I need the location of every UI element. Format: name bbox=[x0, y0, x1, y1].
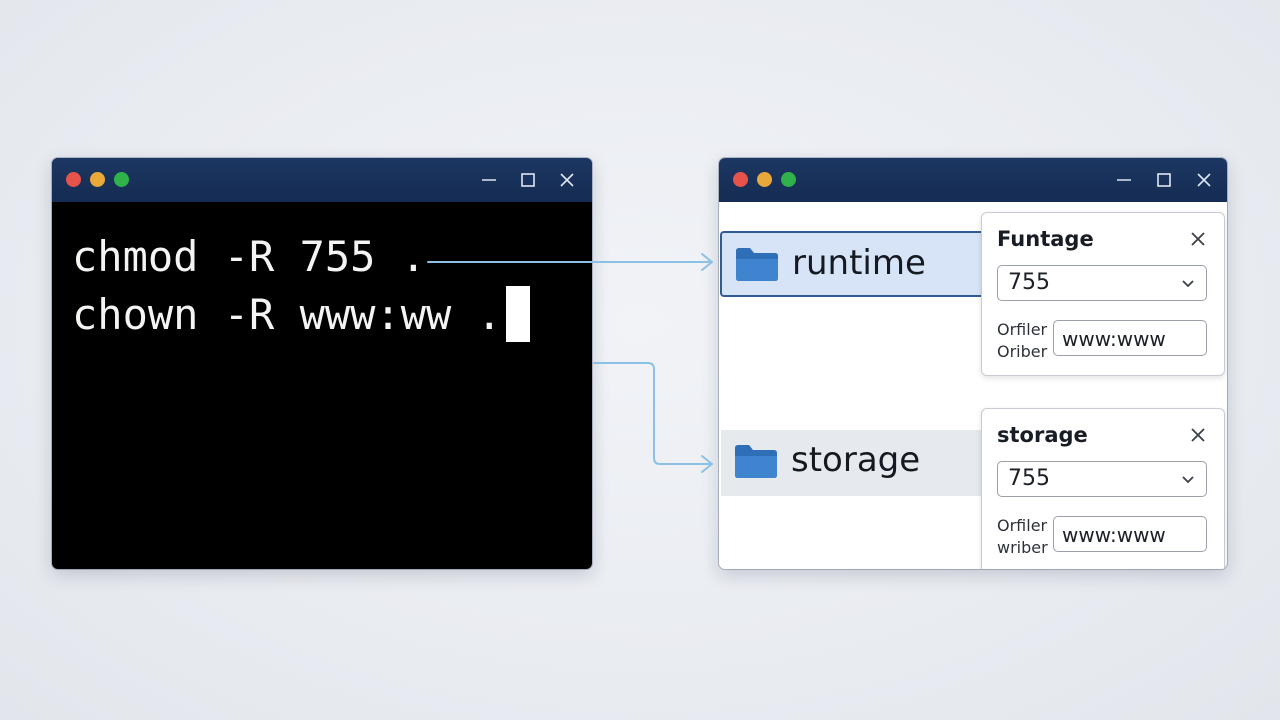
panel-title: Funtage bbox=[997, 227, 1094, 251]
terminal-window: chmod -R 755 . chown -R www:ww . bbox=[52, 158, 592, 569]
mode-select-value: 755 bbox=[1008, 270, 1050, 295]
file-explorer-window: runtime storage Funtage 755 Orfiler Orib… bbox=[719, 158, 1227, 569]
text-cursor bbox=[505, 286, 530, 342]
owner-field-label: Orfiler Oriber bbox=[997, 319, 1049, 363]
minimize-dot-button[interactable] bbox=[90, 172, 105, 187]
chevron-down-icon bbox=[1180, 471, 1196, 487]
folder-icon bbox=[733, 442, 779, 480]
folder-item-runtime[interactable]: runtime bbox=[720, 231, 992, 297]
owner-field-label-line-2: Oriber bbox=[997, 342, 1048, 361]
maximize-icon[interactable] bbox=[516, 168, 540, 192]
maximize-icon[interactable] bbox=[1152, 168, 1176, 192]
folder-label: storage bbox=[791, 440, 921, 480]
owner-field-label-line-2: wriber bbox=[997, 538, 1048, 557]
terminal-titlebar bbox=[52, 158, 592, 202]
owner-input[interactable]: www:www bbox=[1053, 516, 1207, 552]
close-dot-button[interactable] bbox=[733, 172, 748, 187]
minimize-icon[interactable] bbox=[1112, 168, 1136, 192]
permissions-panel-runtime: Funtage 755 Orfiler Oriber www:www bbox=[981, 212, 1225, 376]
terminal-line-chown-text: chown -R www:ww . bbox=[72, 290, 502, 339]
terminal-line-chown: chown -R www:ww . bbox=[72, 286, 592, 344]
owner-input-value: www:www bbox=[1062, 523, 1166, 547]
mode-select-value: 755 bbox=[1008, 466, 1050, 491]
folder-item-storage[interactable]: storage bbox=[721, 430, 987, 496]
terminal-output[interactable]: chmod -R 755 . chown -R www:ww . bbox=[52, 202, 592, 569]
chevron-down-icon bbox=[1180, 275, 1196, 291]
owner-field-label: Orfiler wriber bbox=[997, 515, 1049, 559]
mode-select[interactable]: 755 bbox=[997, 265, 1207, 301]
close-icon[interactable] bbox=[555, 168, 579, 192]
panel-title: storage bbox=[997, 423, 1088, 447]
terminal-line-chmod: chmod -R 755 . bbox=[72, 232, 427, 281]
permissions-panel-storage: storage 755 Orfiler wriber www:www bbox=[981, 408, 1225, 569]
folder-icon bbox=[734, 245, 780, 283]
minimize-dot-button[interactable] bbox=[757, 172, 772, 187]
mode-select[interactable]: 755 bbox=[997, 461, 1207, 497]
owner-input[interactable]: www:www bbox=[1053, 320, 1207, 356]
close-icon[interactable] bbox=[1188, 425, 1208, 445]
folder-label: runtime bbox=[792, 243, 926, 283]
close-icon[interactable] bbox=[1188, 229, 1208, 249]
zoom-dot-button[interactable] bbox=[114, 172, 129, 187]
close-dot-button[interactable] bbox=[66, 172, 81, 187]
owner-input-value: www:www bbox=[1062, 327, 1166, 351]
arrowhead-runtime bbox=[701, 253, 713, 271]
minimize-icon[interactable] bbox=[477, 168, 501, 192]
zoom-dot-button[interactable] bbox=[781, 172, 796, 187]
connector-chown-to-storage bbox=[593, 362, 713, 465]
owner-field-label-line-1: Orfiler bbox=[997, 516, 1048, 535]
close-icon[interactable] bbox=[1192, 168, 1216, 192]
owner-field-label-line-1: Orfiler bbox=[997, 320, 1048, 339]
arrowhead-storage bbox=[701, 455, 713, 473]
explorer-titlebar bbox=[719, 158, 1227, 202]
